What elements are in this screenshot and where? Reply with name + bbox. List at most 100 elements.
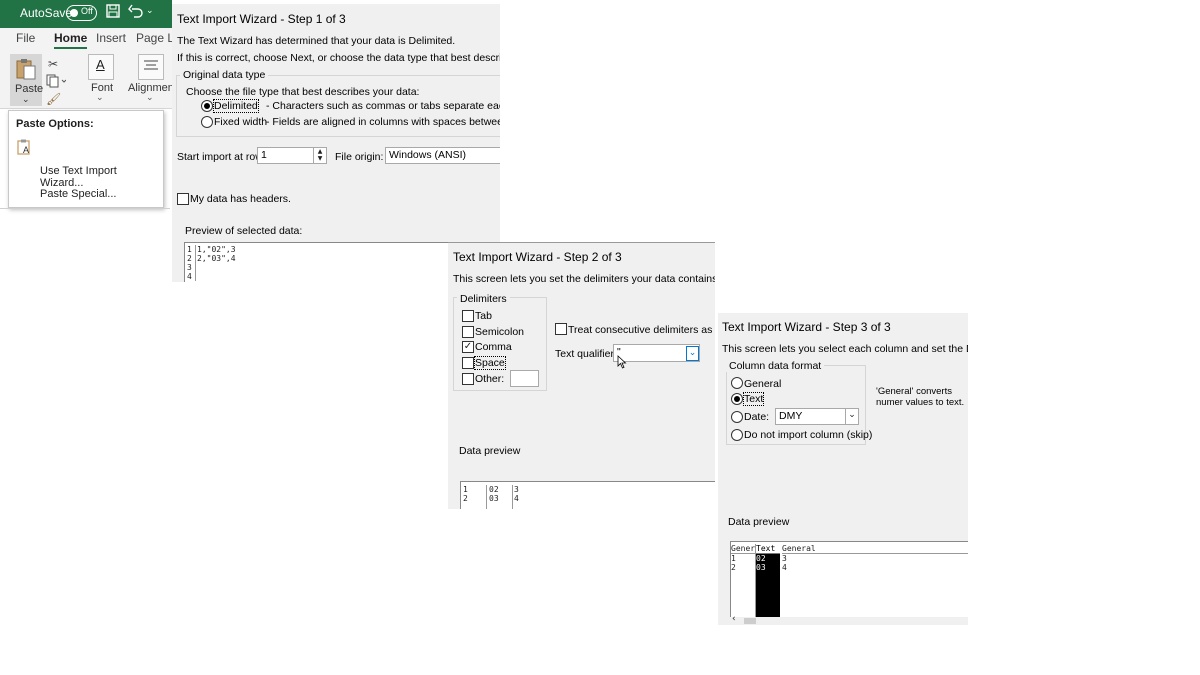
preview-lines: 1,"02",3 2,"03",4	[197, 245, 236, 263]
text-label[interactable]: Text	[742, 392, 765, 406]
radio-general[interactable]	[731, 377, 743, 389]
preview-cell: 3	[514, 485, 519, 494]
cut-icon[interactable]: ✂	[48, 57, 58, 71]
other-label[interactable]: Other:	[475, 373, 504, 385]
preview-header[interactable]: General	[782, 544, 968, 554]
preview-cell: 02	[489, 485, 499, 494]
preview-cell: 03	[756, 563, 766, 572]
font-icon[interactable]: A	[88, 54, 114, 80]
radio-date[interactable]	[731, 411, 743, 423]
date-label[interactable]: Date:	[744, 411, 769, 423]
step3-title: Text Import Wizard - Step 3 of 3	[722, 320, 891, 334]
line-number: 2	[187, 254, 192, 263]
tab-checkbox[interactable]	[462, 310, 474, 322]
start-row-label: Start import at row:	[177, 151, 266, 163]
preview-cell: 1	[731, 554, 736, 563]
other-delimiter-input[interactable]	[510, 370, 539, 387]
choose-file-type-label: Choose the file type that best describes…	[186, 86, 420, 98]
toggle-knob	[70, 9, 78, 17]
step1-intro-1: The Text Wizard has determined that your…	[177, 35, 456, 47]
tab-insert[interactable]: Insert	[96, 31, 126, 45]
paste-options-title: Paste Options:	[16, 118, 94, 130]
horizontal-scrollbar[interactable]: ‹	[730, 614, 968, 625]
preview-header[interactable]: Text	[756, 544, 780, 554]
alignment-dropdown-icon[interactable]: ⌄	[146, 93, 154, 103]
semicolon-label[interactable]: Semicolon	[475, 326, 524, 338]
save-icon[interactable]	[106, 4, 120, 22]
file-origin-value: Windows (ANSI)	[389, 149, 467, 161]
fixed-width-label[interactable]: Fixed width	[214, 116, 267, 128]
sheet-gridline	[0, 208, 170, 209]
preview-cell: 1	[463, 485, 468, 494]
space-checkbox[interactable]	[462, 357, 474, 369]
radio-skip[interactable]	[731, 429, 743, 441]
paste-button[interactable]: Paste ⌄	[10, 54, 43, 106]
spinner-arrows-icon[interactable]: ▲ ▼	[313, 148, 326, 163]
radio-text[interactable]	[731, 393, 743, 405]
wizard-step3-dialog: Text Import Wizard - Step 3 of 3 This sc…	[718, 313, 968, 625]
step2-title: Text Import Wizard - Step 2 of 3	[453, 250, 622, 264]
clipboard-icon	[16, 59, 36, 80]
autosave-toggle[interactable]: Off	[66, 5, 97, 21]
other-checkbox[interactable]	[462, 373, 474, 385]
keep-text-only-icon[interactable]: A	[17, 139, 33, 158]
preview-cell: 02	[756, 554, 766, 563]
preview-label: Preview of selected data:	[185, 225, 303, 237]
qualifier-label: Text qualifier:	[555, 348, 617, 360]
alignment-icon[interactable]	[138, 54, 164, 80]
headers-label[interactable]: My data has headers.	[190, 193, 291, 205]
chevron-down-icon[interactable]: ⌄	[845, 409, 858, 424]
scroll-thumb[interactable]	[744, 618, 756, 624]
consecutive-checkbox[interactable]	[555, 323, 567, 335]
line-number: 1	[187, 245, 192, 254]
general-label[interactable]: General	[744, 378, 781, 390]
menu-item-paste-special[interactable]: Paste Special...	[40, 188, 116, 200]
preview-cell: 2	[463, 494, 468, 503]
preview-line: 2,"03",4	[197, 254, 236, 263]
start-row-spinner[interactable]: 1 ▲ ▼	[257, 147, 327, 164]
paste-options-menu: Paste Options: A Use Text Import Wizard.…	[8, 110, 164, 208]
consecutive-label[interactable]: Treat consecutive delimiters as one	[568, 324, 715, 336]
chevron-down-icon[interactable]: ⌄	[686, 346, 699, 361]
file-origin-select[interactable]: Windows (ANSI)	[385, 147, 500, 164]
tab-file[interactable]: File	[16, 31, 35, 45]
delimited-label[interactable]: Delimited	[213, 99, 259, 113]
tab-label[interactable]: Tab	[475, 310, 492, 322]
preview-line-numbers: 1 2 3 4	[187, 245, 196, 281]
semicolon-checkbox[interactable]	[462, 326, 474, 338]
preview-cell: 3	[782, 554, 787, 563]
tab-home[interactable]: Home	[54, 31, 88, 49]
preview-header[interactable]: Gener	[731, 544, 755, 554]
font-dropdown-icon[interactable]: ⌄	[96, 93, 104, 103]
step3-intro: This screen lets you select each column …	[722, 343, 968, 355]
preview-line: 1,"02",3	[197, 245, 236, 254]
space-label[interactable]: Space	[474, 356, 506, 370]
preview-cell: 03	[489, 494, 499, 503]
preview-column-3: 3 4	[514, 485, 519, 503]
delimited-desc: - Characters such as commas or tabs sepa…	[266, 100, 500, 112]
comma-checkbox[interactable]: ✓	[462, 341, 474, 353]
svg-text:A: A	[23, 145, 29, 155]
scroll-left-icon[interactable]: ‹	[732, 614, 736, 624]
format-painter-icon[interactable]: 🖌	[46, 92, 61, 106]
undo-icon[interactable]	[128, 4, 144, 22]
preview-column-general-2: General 3 4	[782, 544, 968, 572]
preview-column-general: Gener 1 2	[731, 544, 756, 618]
start-row-value: 1	[261, 149, 267, 161]
undo-dropdown-icon[interactable]: ⌄	[146, 6, 154, 16]
step3-preview-label: Data preview	[728, 516, 790, 528]
wizard-step1-dialog: Text Import Wizard - Step 1 of 3 The Tex…	[172, 4, 500, 282]
menu-item-text-import-wizard[interactable]: Use Text Import Wizard...	[40, 165, 163, 189]
radio-fixed-width[interactable]	[201, 116, 213, 128]
radio-delimited[interactable]	[201, 100, 213, 112]
preview-column-text-selected[interactable]: Text 02 03	[756, 544, 780, 618]
date-format-select[interactable]: DMY ⌄	[775, 408, 859, 425]
copy-icon[interactable]	[46, 74, 67, 91]
comma-label[interactable]: Comma	[475, 341, 512, 353]
headers-checkbox[interactable]	[177, 193, 189, 205]
mouse-cursor-icon	[617, 355, 627, 372]
skip-label[interactable]: Do not import column (skip)	[744, 429, 872, 441]
step1-intro-2: If this is correct, choose Next, or choo…	[177, 52, 500, 64]
general-note: 'General' converts numer values to text.	[876, 386, 965, 408]
file-origin-label: File origin:	[335, 151, 384, 163]
